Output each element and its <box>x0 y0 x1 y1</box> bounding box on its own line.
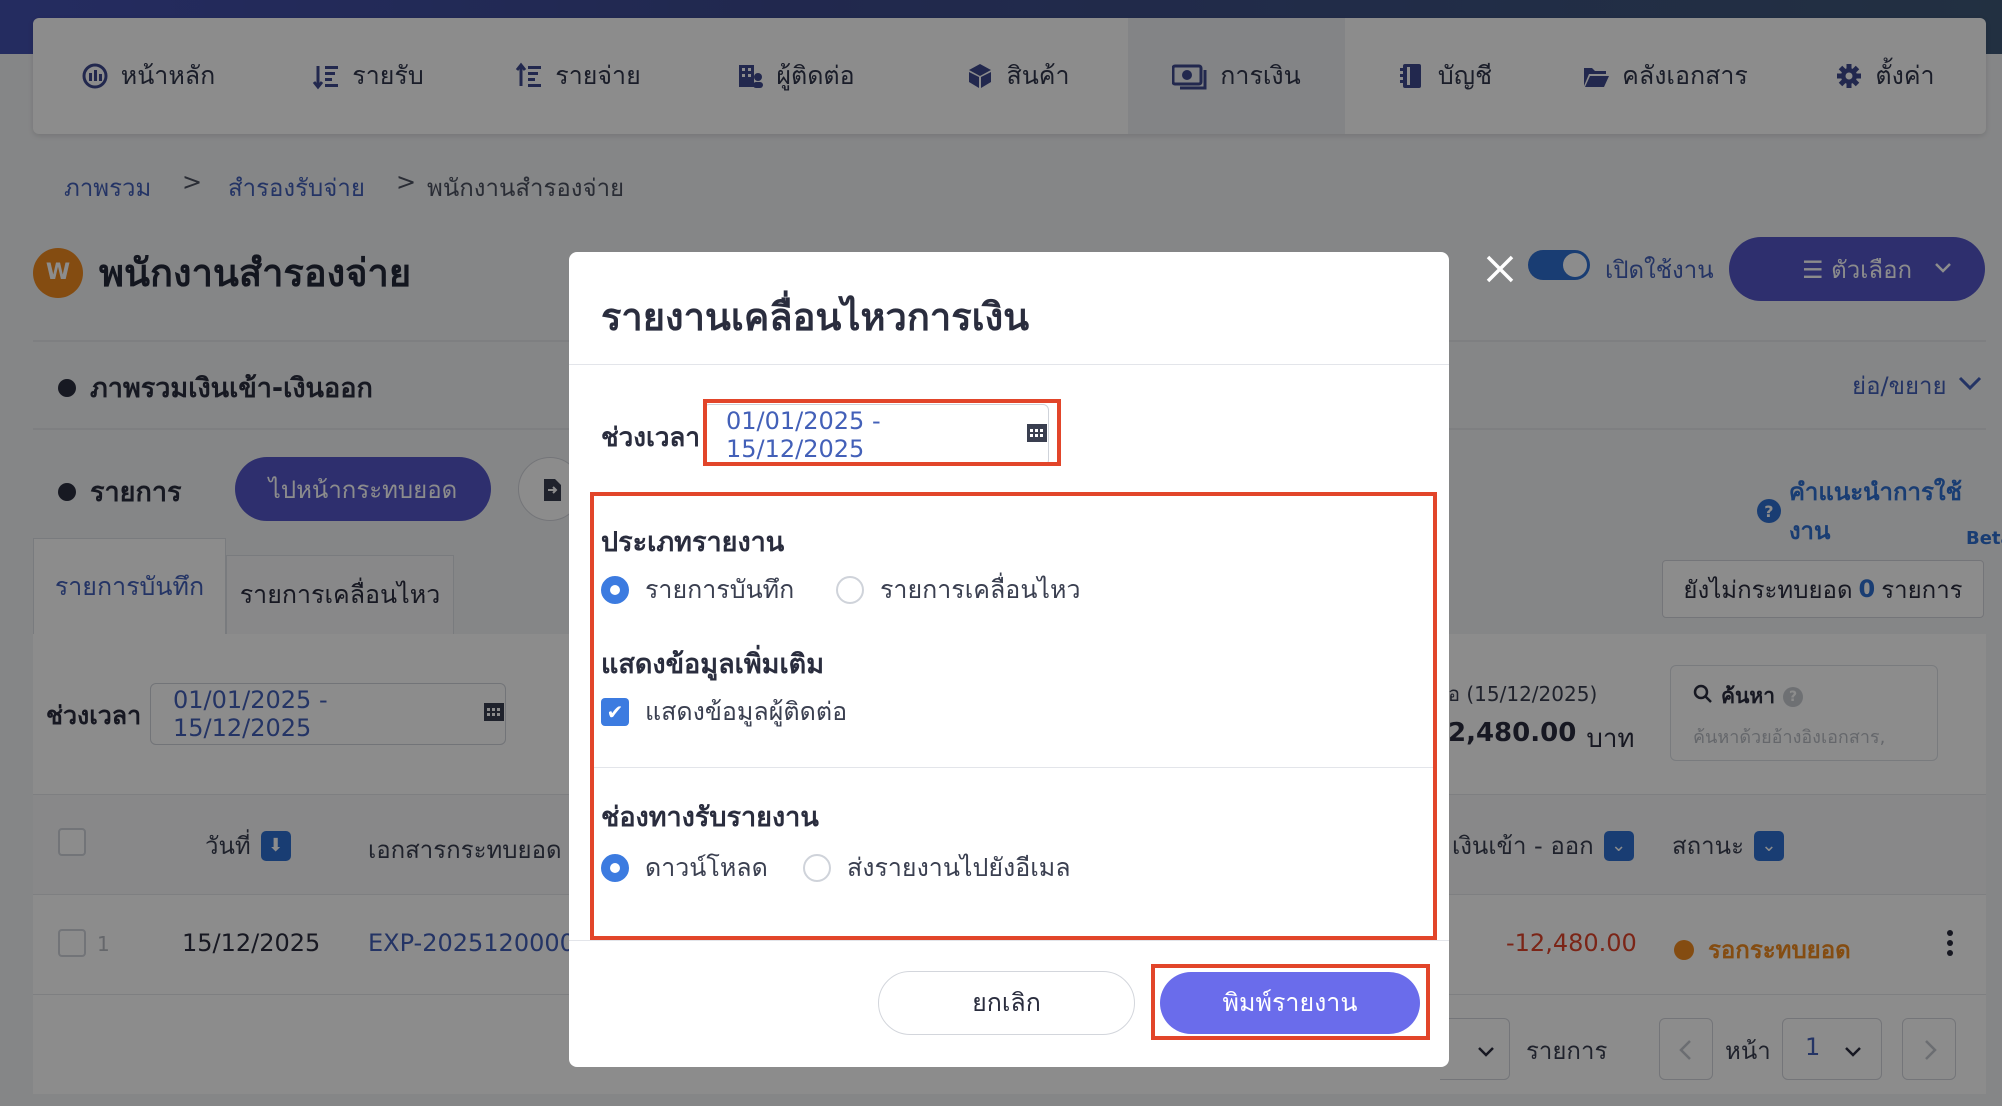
report-modal: รายงานเคลื่อนไหวการเงิน ช่วงเวลา 01/01/2… <box>569 252 1449 1067</box>
highlight-options-box <box>590 492 1437 940</box>
close-icon[interactable] <box>1484 253 1516 285</box>
cancel-button[interactable]: ยกเลิก <box>878 971 1135 1035</box>
modal-divider <box>569 364 1449 365</box>
highlight-date-box <box>703 399 1061 466</box>
modal-period-label: ช่วงเวลา <box>601 423 700 453</box>
modal-title: รายงานเคลื่อนไหวการเงิน <box>601 295 1030 339</box>
highlight-print-box <box>1151 964 1430 1040</box>
modal-footer-divider <box>569 940 1449 941</box>
